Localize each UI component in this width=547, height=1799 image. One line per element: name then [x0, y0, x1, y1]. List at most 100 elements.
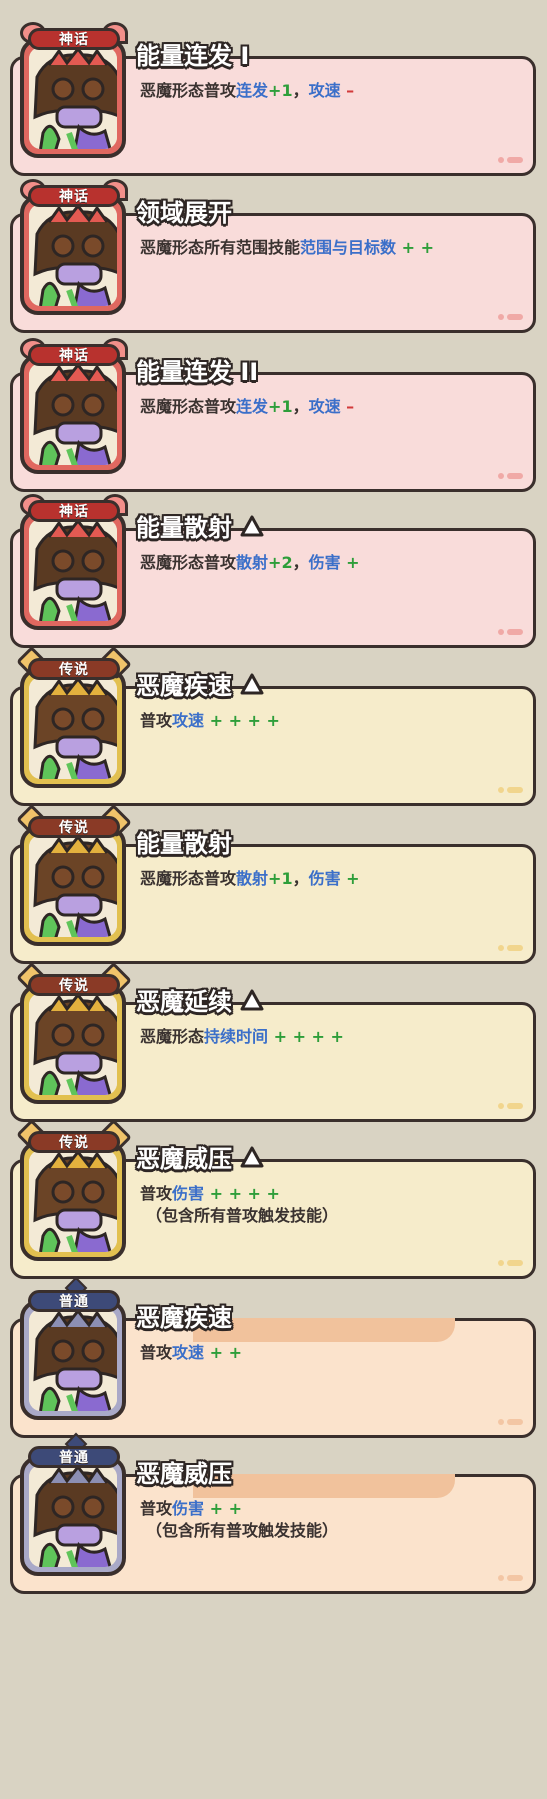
desc-highlight-2: 伤害	[308, 553, 341, 572]
desc-text: 恶魔形态普攻	[140, 397, 237, 416]
desc-highlight: 持续时间	[204, 1027, 269, 1046]
rarity-label: 普通	[59, 1450, 89, 1466]
desc-separator: ，	[292, 869, 309, 888]
demon-hero-portrait-icon	[29, 677, 117, 779]
skill-title: 恶魔疾速	[136, 666, 264, 701]
skill-card[interactable]: 神话 能量连发 II 恶魔形态普攻连发+1，攻速 –	[0, 316, 547, 496]
page-dots	[498, 1575, 523, 1581]
desc-bonus: +1	[268, 869, 293, 888]
demon-hero-portrait-icon	[29, 1309, 117, 1411]
demon-hero-portrait-icon	[29, 204, 117, 306]
skill-card[interactable]: 神话 能量连发 I 恶魔形态普攻连发+1，攻速 –	[0, 0, 547, 180]
skill-title-text: 恶魔威压	[136, 1145, 232, 1173]
desc-highlight: 攻速	[172, 711, 205, 730]
rarity-badge: 神话	[20, 179, 128, 209]
desc-highlight: 连发	[236, 397, 269, 416]
white-triangle-icon	[240, 989, 264, 1010]
rarity-label: 传说	[59, 662, 89, 678]
desc-bonus: +1	[268, 81, 293, 100]
desc-highlight: 伤害	[172, 1499, 205, 1518]
skill-card[interactable]: 神话 领域展开 恶魔形态所有范围技能范围与目标数 + +	[0, 157, 547, 337]
skill-title: 恶魔威压	[136, 1454, 232, 1489]
desc-note: （包含所有普攻触发技能）	[146, 1206, 339, 1225]
skill-title-text: 恶魔延续	[136, 988, 232, 1016]
rarity-badge: 传说	[16, 804, 132, 840]
demon-hero-portrait-icon	[29, 363, 117, 465]
demon-hero-portrait-icon	[29, 1465, 117, 1567]
skill-card[interactable]: 传说 恶魔威压 普攻伤害 + + + + （包含所有普攻触发技能）	[0, 1103, 547, 1283]
desc-tail: –	[340, 397, 355, 416]
hero-portrait	[20, 984, 126, 1104]
desc-bonus: + +	[396, 238, 434, 257]
desc-separator: ，	[292, 397, 309, 416]
rarity-label: 神话	[59, 189, 89, 205]
desc-bonus: + + + +	[204, 711, 280, 730]
desc-text: 恶魔形态普攻	[140, 553, 237, 572]
skill-description: 恶魔形态普攻散射+2，伤害 +	[140, 552, 360, 574]
skill-card[interactable]: 普通 恶魔疾速 普攻攻速 + +	[0, 1262, 547, 1442]
rarity-label: 神话	[59, 32, 89, 48]
hero-portrait	[20, 1456, 126, 1576]
white-triangle-icon	[240, 1146, 264, 1167]
rarity-label: 传说	[59, 978, 89, 994]
skill-description: 普攻攻速 + +	[140, 1342, 242, 1364]
desc-text: 恶魔形态所有范围技能	[140, 238, 301, 257]
white-triangle-icon	[240, 673, 264, 694]
desc-text: 普攻	[140, 711, 173, 730]
skill-title: 恶魔威压	[136, 1139, 264, 1174]
skill-description: 恶魔形态普攻连发+1，攻速 –	[140, 80, 354, 102]
desc-highlight: 连发	[236, 81, 269, 100]
skill-title-text: 能量连发 II	[136, 358, 259, 386]
hero-portrait	[20, 1141, 126, 1261]
skill-title: 恶魔疾速	[136, 1298, 232, 1333]
card-stripe	[193, 1474, 455, 1498]
hero-portrait	[20, 510, 126, 630]
skill-card[interactable]: 传说 能量散射 恶魔形态普攻散射+1，伤害 +	[0, 788, 547, 968]
skill-title: 领域展开	[136, 193, 232, 228]
rarity-badge: 神话	[20, 494, 128, 524]
desc-bonus: + + + +	[204, 1184, 280, 1203]
desc-text: 普攻	[140, 1499, 173, 1518]
hero-portrait	[20, 826, 126, 946]
desc-tail: +	[340, 869, 360, 888]
skill-title-text: 能量散射	[136, 830, 232, 858]
rarity-label: 神话	[59, 348, 89, 364]
skill-card[interactable]: 普通 恶魔威压 普攻伤害 + + （包含所有普攻触发技能）	[0, 1418, 547, 1598]
demon-hero-portrait-icon	[29, 519, 117, 621]
desc-highlight: 攻速	[172, 1343, 205, 1362]
desc-note: （包含所有普攻触发技能）	[146, 1521, 339, 1540]
rarity-badge: 传说	[16, 962, 132, 998]
rarity-badge: 普通	[22, 1276, 126, 1314]
desc-highlight: 伤害	[172, 1184, 205, 1203]
demon-hero-portrait-icon	[29, 1150, 117, 1252]
skill-card[interactable]: 传说 恶魔延续 恶魔形态持续时间 + + + +	[0, 946, 547, 1126]
rarity-badge: 神话	[20, 338, 128, 368]
skill-description: 恶魔形态持续时间 + + + +	[140, 1026, 344, 1048]
skill-card[interactable]: 传说 恶魔疾速 普攻攻速 + + + +	[0, 630, 547, 810]
hero-portrait	[20, 1300, 126, 1420]
desc-highlight-2: 伤害	[308, 869, 341, 888]
rarity-badge: 传说	[16, 646, 132, 682]
desc-text: 恶魔形态普攻	[140, 869, 237, 888]
desc-text: 普攻	[140, 1343, 173, 1362]
skill-card[interactable]: 神话 能量散射 恶魔形态普攻散射+2，伤害 +	[0, 472, 547, 652]
desc-highlight: 范围与目标数	[300, 238, 397, 257]
rarity-label: 神话	[59, 504, 89, 520]
white-triangle-icon	[240, 515, 264, 536]
rarity-label: 传说	[59, 1135, 89, 1151]
desc-highlight-2: 攻速	[308, 81, 341, 100]
desc-bonus: +2	[268, 553, 293, 572]
demon-hero-portrait-icon	[29, 47, 117, 149]
rarity-label: 普通	[59, 1294, 89, 1310]
desc-bonus: + +	[204, 1343, 242, 1362]
skill-description: 恶魔形态普攻散射+1，伤害 +	[140, 868, 360, 890]
skill-title-text: 恶魔威压	[136, 1460, 232, 1488]
desc-bonus: + +	[204, 1499, 242, 1518]
desc-highlight: 散射	[236, 869, 269, 888]
skill-description: 普攻攻速 + + + +	[140, 710, 280, 732]
desc-bonus: +1	[268, 397, 293, 416]
skill-title-text: 领域展开	[136, 199, 232, 227]
skill-title: 能量连发 I	[136, 36, 249, 71]
hero-portrait	[20, 668, 126, 788]
desc-separator: ，	[292, 553, 309, 572]
